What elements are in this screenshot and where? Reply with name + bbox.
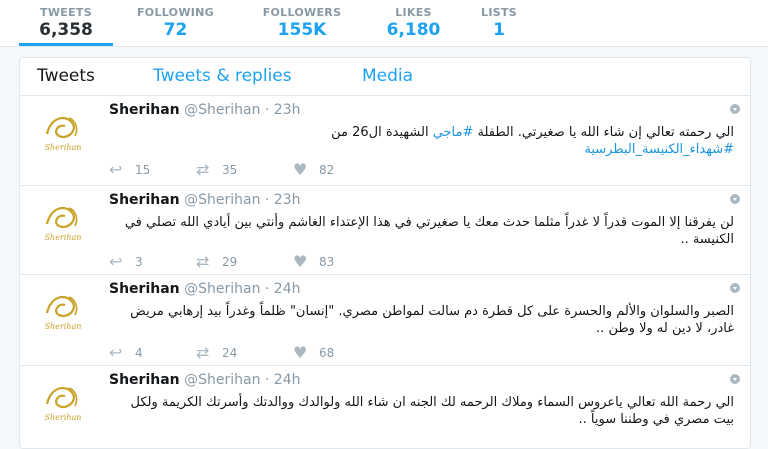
tab-media[interactable]: Media <box>362 66 413 86</box>
avatar[interactable]: Sherihan <box>37 376 89 428</box>
tab-tweets[interactable]: Tweets <box>37 66 95 86</box>
avatar[interactable]: Sherihan <box>37 106 89 158</box>
like-count: 82 <box>319 162 335 177</box>
reply-count: 3 <box>135 254 143 269</box>
chevron-down-icon[interactable] <box>730 374 740 384</box>
stat-followers[interactable]: FOLLOWERS 155K <box>252 0 352 46</box>
svg-text:Sherihan: Sherihan <box>45 143 82 152</box>
stat-lists[interactable]: LISTS 1 <box>474 0 524 46</box>
like-count: 83 <box>319 254 335 269</box>
tweet-header: Sherihan @Sherihan · 23h <box>109 192 300 208</box>
stat-value: 6,180 <box>386 20 441 40</box>
display-name[interactable]: Sherihan <box>109 102 180 118</box>
reply-icon: ↩ <box>109 160 123 179</box>
stat-label: LISTS <box>481 6 517 19</box>
tweet-text: الي رحمة الله تعالي ياعروس السماء وملاك … <box>130 395 734 427</box>
retweet-button[interactable]: ⇄ 24 <box>196 343 237 362</box>
heart-icon: ♥ <box>293 343 308 362</box>
tweet[interactable]: Sherihan Sherihan @Sherihan · 24h الي رح… <box>20 366 750 448</box>
reply-count: 15 <box>135 162 151 177</box>
reply-count: 4 <box>135 345 143 360</box>
stat-label: TWEETS <box>40 6 92 19</box>
tweet[interactable]: Sherihan Sherihan @Sherihan · 23h لن يفر… <box>20 186 750 275</box>
sherihan-logo-icon: Sherihan <box>45 116 82 152</box>
retweet-count: 29 <box>222 254 238 269</box>
tweet-text-part: الشهيدة ال26 من <box>331 125 433 140</box>
timeline-tabs: Tweets Tweets & replies Media <box>20 58 750 96</box>
retweet-button[interactable]: ⇄ 29 <box>196 252 237 271</box>
heart-icon: ♥ <box>293 252 308 271</box>
sherihan-logo-icon: Sherihan <box>45 386 82 422</box>
like-button[interactable]: ♥ 68 <box>293 343 334 362</box>
stat-likes[interactable]: LIKES 6,180 <box>376 0 451 46</box>
username[interactable]: @Sherihan <box>184 102 260 118</box>
retweet-count: 35 <box>222 162 238 177</box>
stat-value: 72 <box>163 20 188 40</box>
chevron-down-icon[interactable] <box>730 194 740 204</box>
tweet[interactable]: Sherihan Sherihan @Sherihan · 24h الصبر … <box>20 275 750 366</box>
chevron-down-icon[interactable] <box>730 283 740 293</box>
tweet[interactable]: Sherihan Sherihan @Sherihan · 23h الي رح… <box>20 96 750 186</box>
reply-button[interactable]: ↩ 4 <box>109 343 143 362</box>
sherihan-logo-icon: Sherihan <box>45 206 82 242</box>
retweet-icon: ⇄ <box>196 252 210 271</box>
profile-stats-bar: TWEETS 6,358 FOLLOWING 72 FOLLOWERS 155K… <box>0 0 768 47</box>
display-name[interactable]: Sherihan <box>109 281 180 297</box>
display-name[interactable]: Sherihan <box>109 372 180 388</box>
separator: · <box>264 281 270 297</box>
timestamp[interactable]: 24h <box>274 281 301 297</box>
timestamp[interactable]: 24h <box>274 372 301 388</box>
tweet-text: لن يفرقنا إلا الموت قدراً لا غدراً مثلما… <box>124 215 734 247</box>
svg-text:Sherihan: Sherihan <box>45 322 82 331</box>
retweet-icon: ⇄ <box>196 160 210 179</box>
stat-label: FOLLOWERS <box>262 6 342 19</box>
stat-value: 6,358 <box>39 20 93 40</box>
separator: · <box>264 102 270 118</box>
timestamp[interactable]: 23h <box>274 102 301 118</box>
separator: · <box>264 192 270 208</box>
reply-button[interactable]: ↩ 15 <box>109 160 150 179</box>
like-button[interactable]: ♥ 83 <box>293 252 334 271</box>
tweet-text-part: الي رحمته تعالي إن شاء الله يا صغيرتي. ا… <box>473 125 734 140</box>
like-button[interactable]: ♥ 82 <box>293 160 334 179</box>
svg-text:Sherihan: Sherihan <box>45 413 82 422</box>
reply-button[interactable]: ↩ 3 <box>109 252 143 271</box>
username[interactable]: @Sherihan <box>184 192 260 208</box>
hashtag-link[interactable]: #شهداء_الكنيسة_البطرسية <box>584 142 734 157</box>
retweet-count: 24 <box>222 345 238 360</box>
tweet-text: الصبر والسلوان والألم والحسرة على كل قطر… <box>130 304 734 336</box>
tab-tweets-replies[interactable]: Tweets & replies <box>153 66 292 86</box>
username[interactable]: @Sherihan <box>184 372 260 388</box>
svg-text:Sherihan: Sherihan <box>45 233 82 242</box>
stat-label: LIKES <box>395 6 432 19</box>
stat-value: 1 <box>493 20 505 40</box>
stat-value: 155K <box>277 20 327 40</box>
stat-following[interactable]: FOLLOWING 72 <box>128 0 223 46</box>
avatar[interactable]: Sherihan <box>37 196 89 248</box>
sherihan-logo-icon: Sherihan <box>45 295 82 331</box>
retweet-icon: ⇄ <box>196 343 210 362</box>
timestamp[interactable]: 23h <box>274 192 301 208</box>
heart-icon: ♥ <box>293 160 308 179</box>
tweet-header: Sherihan @Sherihan · 23h <box>109 102 300 118</box>
stat-label: FOLLOWING <box>136 6 214 19</box>
reply-icon: ↩ <box>109 252 123 271</box>
like-count: 68 <box>319 345 335 360</box>
avatar[interactable]: Sherihan <box>37 285 89 337</box>
stat-tweets[interactable]: TWEETS 6,358 <box>19 0 113 46</box>
display-name[interactable]: Sherihan <box>109 192 180 208</box>
retweet-button[interactable]: ⇄ 35 <box>196 160 237 179</box>
tweet-header: Sherihan @Sherihan · 24h <box>109 372 300 388</box>
separator: · <box>264 372 270 388</box>
reply-icon: ↩ <box>109 343 123 362</box>
username[interactable]: @Sherihan <box>184 281 260 297</box>
chevron-down-icon[interactable] <box>730 104 740 114</box>
tweet-text: الي رحمته تعالي إن شاء الله يا صغيرتي. ا… <box>109 124 734 158</box>
tweet-header: Sherihan @Sherihan · 24h <box>109 281 300 297</box>
timeline: Tweets Tweets & replies Media Sherihan S… <box>19 57 751 449</box>
hashtag-link[interactable]: #ماجي <box>433 125 474 140</box>
